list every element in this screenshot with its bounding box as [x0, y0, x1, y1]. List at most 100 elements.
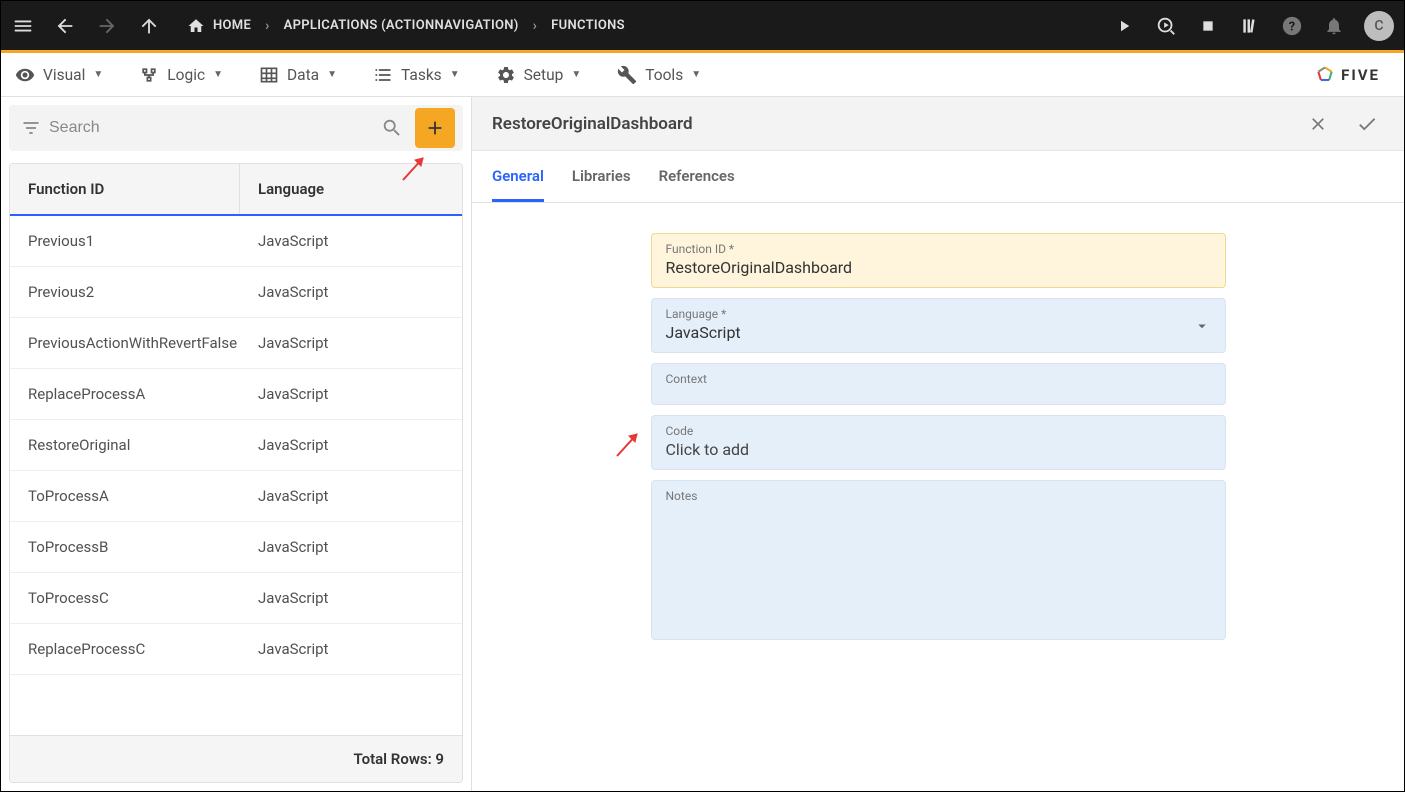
context-field[interactable]: Context: [651, 363, 1226, 405]
add-button[interactable]: [415, 108, 455, 148]
help-icon[interactable]: ?: [1280, 14, 1304, 38]
search-bar: [9, 105, 463, 151]
gear-icon: [496, 65, 516, 85]
tab-references[interactable]: References: [659, 151, 735, 202]
avatar[interactable]: C: [1364, 11, 1394, 41]
field-value: RestoreOriginalDashboard: [666, 258, 1211, 277]
menu-label: Logic: [167, 66, 205, 84]
page-title: RestoreOriginalDashboard: [492, 114, 1286, 134]
field-label: Language *: [666, 307, 1211, 321]
menubar: Visual ▼ Logic ▼ Data ▼ Tasks ▼ Setup ▼ …: [1, 53, 1404, 97]
table-row[interactable]: Previous1JavaScript: [10, 216, 462, 267]
table-row[interactable]: RestoreOriginalJavaScript: [10, 420, 462, 471]
search-input[interactable]: [49, 119, 373, 137]
tab-general[interactable]: General: [492, 151, 544, 202]
menu-data[interactable]: Data ▼: [259, 65, 337, 85]
table-body: Previous1JavaScript Previous2JavaScript …: [10, 216, 462, 735]
svg-text:?: ?: [1289, 19, 1295, 34]
column-header-id[interactable]: Function ID: [10, 164, 240, 214]
right-pane: RestoreOriginalDashboard General Librari…: [472, 97, 1404, 791]
chevron-down-icon: ▼: [450, 69, 460, 80]
stop-icon[interactable]: [1196, 14, 1220, 38]
field-label: Code: [666, 424, 1211, 438]
library-icon[interactable]: [1238, 14, 1262, 38]
confirm-button[interactable]: [1350, 107, 1384, 141]
home-icon: [187, 17, 205, 35]
breadcrumb-label: HOME: [213, 18, 251, 33]
brand-text: FIVE: [1341, 66, 1380, 84]
eye-icon: [15, 65, 35, 85]
breadcrumb-label: APPLICATIONS (ACTIONNAVIGATION): [284, 18, 519, 33]
form: Function ID * RestoreOriginalDashboard L…: [472, 203, 1404, 670]
menu-label: Tools: [645, 66, 683, 84]
tools-icon: [617, 65, 637, 85]
table-icon: [259, 65, 279, 85]
menu-visual[interactable]: Visual ▼: [15, 65, 103, 85]
chevron-down-icon: [1193, 317, 1211, 335]
breadcrumb: HOME › APPLICATIONS (ACTIONNAVIGATION) ›…: [187, 17, 625, 35]
chevron-down-icon: ▼: [327, 69, 337, 80]
field-label: Function ID *: [666, 242, 1211, 256]
close-button[interactable]: [1302, 108, 1334, 140]
table-row[interactable]: Previous2JavaScript: [10, 267, 462, 318]
avatar-letter: C: [1374, 18, 1383, 34]
menu-logic[interactable]: Logic ▼: [139, 65, 223, 85]
menu-label: Tasks: [401, 66, 442, 84]
left-pane: Function ID Language Previous1JavaScript…: [1, 97, 472, 791]
annotation-arrow-icon: [615, 428, 645, 458]
table-header: Function ID Language: [10, 164, 462, 216]
breadcrumb-applications[interactable]: APPLICATIONS (ACTIONNAVIGATION): [284, 18, 519, 33]
tab-libraries[interactable]: Libraries: [572, 151, 631, 202]
up-icon[interactable]: [137, 14, 161, 38]
logo-icon: [1315, 65, 1335, 85]
forward-icon[interactable]: [95, 14, 119, 38]
menu-label: Visual: [43, 66, 85, 84]
notifications-icon[interactable]: [1322, 14, 1346, 38]
menu-setup[interactable]: Setup ▼: [496, 65, 582, 85]
menu-label: Data: [287, 66, 319, 84]
main: Function ID Language Previous1JavaScript…: [1, 97, 1404, 791]
chevron-right-icon: ›: [533, 18, 538, 34]
logic-icon: [139, 65, 159, 85]
detail-header: RestoreOriginalDashboard: [472, 97, 1404, 151]
field-value: Click to add: [666, 440, 1211, 459]
menu-tools[interactable]: Tools ▼: [617, 65, 701, 85]
menu-toggle-icon[interactable]: [11, 14, 35, 38]
column-header-lang[interactable]: Language: [240, 164, 462, 214]
chevron-down-icon: ▼: [213, 69, 223, 80]
function-id-field[interactable]: Function ID * RestoreOriginalDashboard: [651, 233, 1226, 288]
table-row[interactable]: ToProcessCJavaScript: [10, 573, 462, 624]
tabs: General Libraries References: [472, 151, 1404, 203]
breadcrumb-label: FUNCTIONS: [551, 18, 625, 33]
tasks-icon: [373, 65, 393, 85]
language-field[interactable]: Language * JavaScript: [651, 298, 1226, 353]
chevron-down-icon: ▼: [571, 69, 581, 80]
table-row[interactable]: PreviousActionWithRevertFalseJavaScript: [10, 318, 462, 369]
menu-tasks[interactable]: Tasks ▼: [373, 65, 460, 85]
breadcrumb-functions[interactable]: FUNCTIONS: [551, 18, 625, 33]
menu-label: Setup: [524, 66, 564, 84]
breadcrumb-home[interactable]: HOME: [187, 17, 251, 35]
chevron-right-icon: ›: [265, 18, 270, 34]
back-icon[interactable]: [53, 14, 77, 38]
table-row[interactable]: ToProcessAJavaScript: [10, 471, 462, 522]
run-search-icon[interactable]: [1154, 14, 1178, 38]
chevron-down-icon: ▼: [93, 69, 103, 80]
plus-icon: [424, 117, 446, 139]
table-row[interactable]: ToProcessBJavaScript: [10, 522, 462, 573]
code-field[interactable]: Code Click to add: [651, 415, 1226, 470]
filter-icon[interactable]: [21, 118, 41, 138]
table-footer: Total Rows: 9: [10, 735, 462, 782]
play-icon[interactable]: [1112, 14, 1136, 38]
table-row[interactable]: ReplaceProcessAJavaScript: [10, 369, 462, 420]
chevron-down-icon: ▼: [691, 69, 701, 80]
field-label: Notes: [666, 489, 1211, 503]
topbar: HOME › APPLICATIONS (ACTIONNAVIGATION) ›…: [1, 1, 1404, 53]
field-label: Context: [666, 372, 1211, 386]
search-icon[interactable]: [381, 117, 403, 139]
notes-field[interactable]: Notes: [651, 480, 1226, 640]
field-value: JavaScript: [666, 323, 1211, 342]
brand-logo: FIVE: [1315, 65, 1380, 85]
table-row[interactable]: ReplaceProcessCJavaScript: [10, 624, 462, 675]
function-table: Function ID Language Previous1JavaScript…: [9, 163, 463, 783]
